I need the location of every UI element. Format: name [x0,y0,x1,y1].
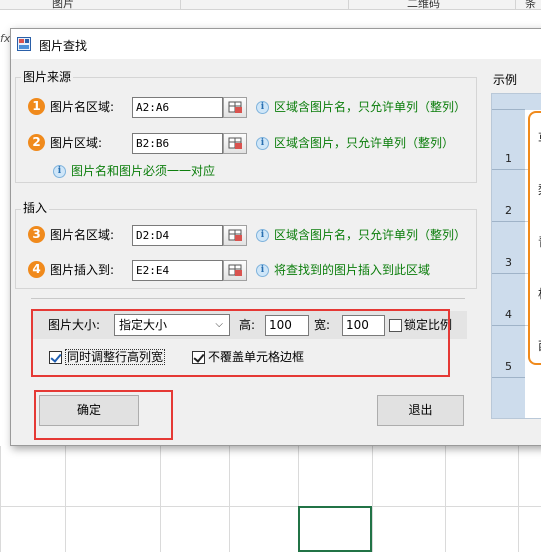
row-line [492,273,525,274]
dialog-title: 图片查找 [39,39,88,53]
row-line [492,325,525,326]
insert-to-label: 图片插入到: [50,263,115,277]
example-row-number: 5 [505,360,512,373]
dialog-body: 图片来源 1 图片名区域: A2:A6 i 区域含图片名，只允许单列（整列） 2… [11,59,541,445]
source-name-area-hint: 区域含图片名，只允许单列（整列） [274,100,467,114]
source-name-area-input[interactable]: A2:A6 [132,97,223,118]
row-line [492,169,525,170]
formula-fx-icon[interactable]: fx [0,32,10,45]
column-header-qrcode[interactable]: 二维码 [407,0,440,9]
insert-name-area-range-button[interactable] [223,225,247,246]
example-row-number: 2 [505,204,512,217]
range-select-icon [228,101,242,113]
app-icon [17,37,31,51]
info-icon: i [53,165,66,178]
grid-line [160,446,161,552]
source-image-area-hint: 区域含图片，只允许单列（整列） [274,136,455,150]
grid-line [372,446,373,552]
step-4-icon: 4 [28,261,45,278]
source-name-area-label: 图片名区域: [50,100,115,114]
range-select-icon [228,229,242,241]
insert-group-title: 插入 [21,201,50,215]
step-2-icon: 2 [28,134,45,151]
highlight-box [31,309,450,377]
highlight-box [34,390,173,440]
row-line [492,377,525,378]
column-separator [180,0,181,9]
info-icon: i [256,137,269,150]
insert-name-area-input[interactable]: D2:D4 [132,225,223,246]
row-line [492,109,525,110]
column-separator [515,0,516,9]
example-row-number: 3 [505,256,512,269]
column-header-next[interactable]: 条 [525,0,536,9]
separator [31,298,465,299]
range-select-icon [228,137,242,149]
range-select-icon [228,264,242,276]
example-title: 示例 [493,73,518,87]
example-row-number: 4 [505,308,512,321]
insert-to-input[interactable]: E2:E4 [132,260,223,281]
column-header-strip: 图片 二维码 条 [0,0,541,10]
source-image-area-input[interactable]: B2:B6 [132,133,223,154]
source-image-area-label: 图片区域: [50,136,103,150]
insert-to-hint: 将查找到的图片插入到此区域 [274,263,431,277]
grid-line [0,506,541,507]
grid-line [65,446,66,552]
grid-line [0,446,1,552]
example-preview: 1 2 3 4 5 草 梨 青 杧 西 [491,93,541,419]
source-image-area-range-button[interactable] [223,133,247,154]
insert-to-range-button[interactable] [223,260,247,281]
example-row-number: 1 [505,152,512,165]
column-separator [348,0,349,9]
insert-name-area-label: 图片名区域: [50,228,115,242]
grid-line [229,446,230,552]
info-icon: i [256,229,269,242]
exit-button[interactable]: 退出 [377,395,464,426]
source-name-area-range-button[interactable] [223,97,247,118]
grid-line [518,446,519,552]
step-1-icon: 1 [28,98,45,115]
image-lookup-dialog: 图片查找 图片来源 1 图片名区域: A2:A6 i 区域含图片名，只允许单列（… [10,28,541,446]
active-cell[interactable] [298,506,372,552]
grid-line [445,446,446,552]
step-3-icon: 3 [28,226,45,243]
row-line [492,221,525,222]
column-header-image[interactable]: 图片 [52,0,74,9]
insert-name-area-hint: 区域含图片名，只允许单列（整列） [274,228,467,242]
match-hint: 图片名和图片必须一一对应 [71,164,216,178]
title-bar[interactable]: 图片查找 [11,29,541,59]
info-icon: i [256,264,269,277]
source-group-title: 图片来源 [21,70,74,84]
info-icon: i [256,101,269,114]
